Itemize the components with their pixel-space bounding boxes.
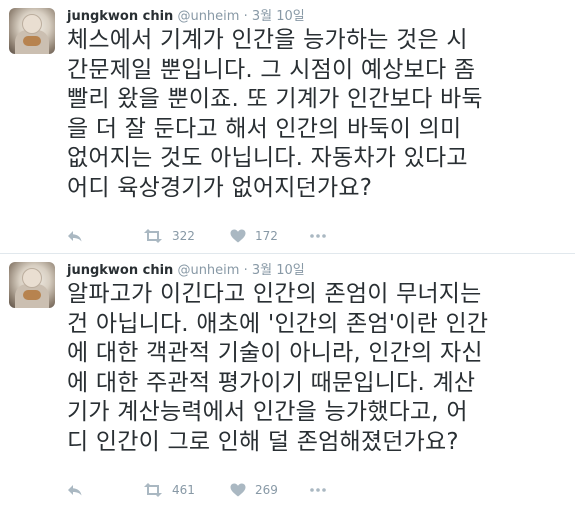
- author-handle[interactable]: @unheim: [177, 9, 239, 24]
- tweet-text: 체스에서 기계가 인간을 능가하는 것은 시 간문제일 뿐입니다. 그 시점이 …: [67, 27, 483, 201]
- tweet-actions: 322 172: [67, 226, 367, 246]
- tweet[interactable]: jungkwon chin @unheim · 3월 10일 알파고가 이긴다고…: [0, 254, 575, 508]
- reply-icon: [68, 485, 82, 496]
- like-button[interactable]: 269: [230, 480, 278, 500]
- retweet-button[interactable]: 322: [143, 226, 195, 246]
- author-handle[interactable]: @unheim: [177, 263, 239, 278]
- author-name[interactable]: jungkwon chin: [67, 263, 173, 278]
- like-icon: [230, 229, 246, 243]
- tweet[interactable]: jungkwon chin @unheim · 3월 10일 체스에서 기계가 …: [0, 0, 575, 254]
- reply-icon: [68, 231, 82, 242]
- more-icon: [310, 488, 326, 492]
- retweet-icon: [144, 229, 162, 243]
- tweet-timestamp[interactable]: 3월 10일: [252, 9, 305, 24]
- more-button[interactable]: [310, 226, 326, 246]
- avatar[interactable]: [9, 262, 55, 308]
- reply-button[interactable]: [67, 226, 83, 246]
- like-count: 172: [255, 229, 278, 243]
- header-separator: ·: [243, 9, 248, 24]
- more-icon: [310, 234, 326, 238]
- like-icon: [230, 483, 246, 497]
- retweet-icon: [144, 483, 162, 497]
- retweet-button[interactable]: 461: [143, 480, 195, 500]
- tweet-timestamp[interactable]: 3월 10일: [252, 263, 305, 278]
- tweet-text: 알파고가 이긴다고 인간의 존엄이 무너지는 건 아닙니다. 애초에 '인간의 …: [67, 281, 489, 455]
- author-name[interactable]: jungkwon chin: [67, 9, 173, 24]
- header-separator: ·: [243, 263, 248, 278]
- tweet-header: jungkwon chin @unheim · 3월 10일: [67, 9, 305, 25]
- tweet-header: jungkwon chin @unheim · 3월 10일: [67, 263, 305, 279]
- tweet-list: jungkwon chin @unheim · 3월 10일 체스에서 기계가 …: [0, 0, 575, 508]
- like-count: 269: [255, 483, 278, 497]
- more-button[interactable]: [310, 480, 326, 500]
- like-button[interactable]: 172: [230, 226, 278, 246]
- reply-button[interactable]: [67, 480, 83, 500]
- tweet-actions: 461 269: [67, 480, 367, 500]
- avatar[interactable]: [9, 8, 55, 54]
- retweet-count: 461: [172, 483, 195, 497]
- retweet-count: 322: [172, 229, 195, 243]
